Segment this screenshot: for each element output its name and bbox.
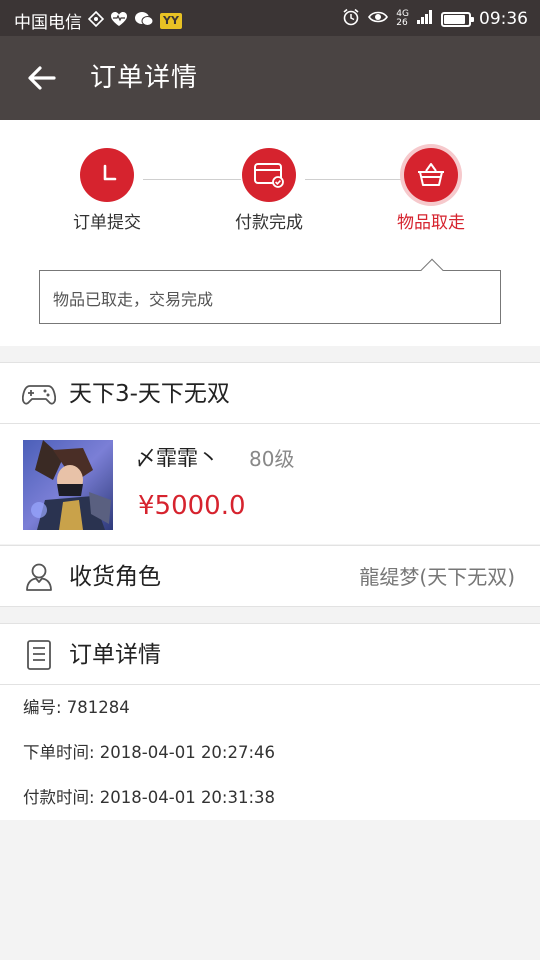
basket-icon bbox=[404, 148, 458, 202]
signal-icon bbox=[417, 9, 433, 29]
status-bar: 中国电信 YY 4G 26 09:36 bbox=[0, 0, 540, 36]
clock-icon bbox=[80, 148, 134, 202]
page-title: 订单详情 bbox=[90, 63, 199, 93]
order-progress-card: 订单提交 付款完成 物品取走 物品已取走，交易完成 bbox=[0, 120, 540, 346]
status-message: 物品已取走，交易完成 bbox=[53, 290, 214, 309]
clock-time: 09:36 bbox=[479, 9, 528, 29]
back-arrow-icon[interactable] bbox=[26, 62, 58, 94]
yy-app-icon: YY bbox=[160, 12, 182, 29]
order-number: 编号: 781284 bbox=[23, 698, 130, 717]
document-list-icon bbox=[22, 639, 56, 671]
order-details-title: 订单详情 bbox=[69, 642, 161, 668]
wechat-icon bbox=[134, 11, 154, 31]
status-message-box: 物品已取走，交易完成 bbox=[39, 258, 501, 324]
hotspot-icon bbox=[87, 10, 105, 31]
progress-step-label: 付款完成 bbox=[235, 213, 303, 233]
person-icon bbox=[22, 561, 56, 593]
game-header: 天下3-天下无双 bbox=[0, 362, 540, 424]
progress-step-label: 物品取走 bbox=[397, 213, 465, 233]
carrier-label: 中国电信 bbox=[14, 13, 82, 33]
card-check-icon bbox=[242, 148, 296, 202]
progress-step-paid: 付款完成 bbox=[209, 148, 329, 235]
game-title: 天下3-天下无双 bbox=[69, 381, 230, 407]
battery-icon bbox=[441, 11, 474, 27]
character-avatar bbox=[23, 440, 113, 530]
health-heart-icon bbox=[110, 11, 128, 31]
order-details-header: 订单详情 bbox=[0, 623, 540, 685]
progress-step-label: 订单提交 bbox=[73, 213, 141, 233]
receiver-row[interactable]: 收货角色 龍缇梦(天下无双) bbox=[0, 545, 540, 607]
character-name: 〆霏霏丶 bbox=[135, 446, 219, 470]
network-type-label: 4G 26 bbox=[396, 9, 409, 28]
receiver-value: 龍缇梦(天下无双) bbox=[359, 565, 515, 589]
app-bar: 订单详情 bbox=[0, 36, 540, 120]
character-level: 80级 bbox=[249, 447, 295, 471]
product-row[interactable]: 〆霏霏丶 80级 ¥5000.0 bbox=[0, 424, 540, 544]
progress-step-picked-up: 物品取走 bbox=[371, 148, 491, 235]
progress-step-submitted: 订单提交 bbox=[47, 148, 167, 235]
order-info-panel: 编号: 781284 下单时间: 2018-04-01 20:27:46 付款时… bbox=[0, 685, 540, 820]
gamepad-icon bbox=[21, 378, 57, 410]
receiver-label: 收货角色 bbox=[69, 564, 161, 590]
status-box-pointer bbox=[420, 258, 444, 282]
alarm-icon bbox=[342, 8, 360, 30]
order-time: 下单时间: 2018-04-01 20:27:46 bbox=[23, 743, 276, 762]
order-price: ¥5000.0 bbox=[138, 491, 246, 521]
payment-time: 付款时间: 2018-04-01 20:31:38 bbox=[23, 788, 276, 807]
eye-comfort-icon bbox=[368, 9, 389, 29]
